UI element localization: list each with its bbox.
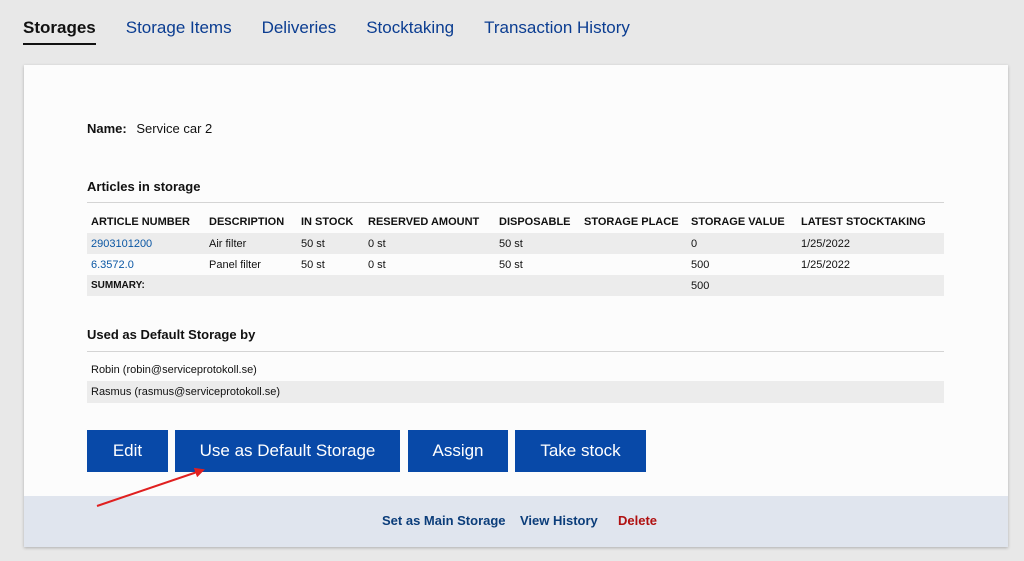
table-cell: Panel filter (209, 258, 261, 271)
table-cell: 0 (687, 233, 797, 254)
article-number-cell: 6.3572.0 (87, 254, 205, 275)
table-row: 6.3572.0 Panel filter 50 st 0 st 50 st 5… (87, 254, 944, 275)
list-item: Robin (robin@serviceprotokoll.se) (91, 364, 257, 376)
default-storage-user-list: Robin (robin@serviceprotokoll.se) Rasmus… (87, 359, 944, 403)
col-storage-value: STORAGE VALUE (691, 216, 785, 228)
default-storage-section-title: Used as Default Storage by (87, 327, 256, 342)
table-cell (580, 254, 687, 275)
article-number-link[interactable]: 2903101200 (91, 238, 152, 250)
table-row: 2903101200 Air filter 50 st 0 st 50 st 0… (87, 233, 944, 254)
tab-stocktaking[interactable]: Stocktaking (366, 18, 454, 48)
set-as-main-storage-link[interactable]: Set as Main Storage (382, 513, 506, 528)
col-disposable: DISPOSABLE (499, 216, 571, 228)
col-latest-stocktaking: LATEST STOCKTAKING (801, 216, 926, 228)
table-cell: Air filter (205, 233, 297, 254)
card-footer: Set as Main Storage View History Delete (24, 496, 1008, 547)
col-storage-place: STORAGE PLACE (584, 216, 679, 228)
table-cell: 50 st (297, 233, 364, 254)
col-article-number: ARTICLE NUMBER (91, 216, 190, 228)
table-cell: 50 st (499, 258, 523, 271)
storage-name-label: Name: (87, 121, 127, 136)
tab-storages[interactable]: Storages (23, 18, 96, 48)
storage-name-row: Name: Service car 2 (87, 121, 212, 136)
table-header-row: ARTICLE NUMBER DESCRIPTION IN STOCK RESE… (87, 211, 944, 233)
col-in-stock: IN STOCK (301, 216, 354, 228)
articles-divider (87, 202, 944, 203)
table-cell: 1/25/2022 (797, 233, 944, 254)
tab-storage-items[interactable]: Storage Items (126, 18, 232, 48)
col-reserved-amount: RESERVED AMOUNT (368, 216, 480, 228)
table-cell: 50 st (495, 233, 580, 254)
summary-value: 500 (687, 275, 797, 296)
summary-label: SUMMARY: (87, 275, 205, 296)
article-number-cell: 2903101200 (87, 233, 205, 254)
assign-button[interactable]: Assign (408, 430, 508, 472)
table-cell (580, 233, 687, 254)
articles-section-title: Articles in storage (87, 179, 201, 194)
storage-name-value: Service car 2 (136, 121, 213, 136)
summary-row: SUMMARY: 500 (87, 275, 944, 296)
view-history-link[interactable]: View History (520, 513, 598, 528)
delete-link[interactable]: Delete (618, 513, 657, 528)
tab-transaction-history[interactable]: Transaction History (484, 18, 630, 48)
article-number-link[interactable]: 6.3572.0 (91, 259, 134, 271)
table-cell: 50 st (301, 258, 325, 271)
table-cell: 500 (691, 258, 710, 271)
list-item: Rasmus (rasmus@serviceprotokoll.se) (87, 381, 944, 403)
table-cell: 0 st (368, 258, 386, 271)
take-stock-button[interactable]: Take stock (515, 430, 646, 472)
tab-deliveries[interactable]: Deliveries (262, 18, 337, 48)
default-storage-divider (87, 351, 944, 352)
table-cell: 1/25/2022 (801, 258, 850, 271)
tab-bar: Storages Storage Items Deliveries Stockt… (23, 18, 660, 48)
articles-table: ARTICLE NUMBER DESCRIPTION IN STOCK RESE… (87, 211, 944, 296)
col-description: DESCRIPTION (209, 216, 285, 228)
storage-detail-card: Name: Service car 2 Articles in storage … (24, 65, 1008, 547)
use-as-default-storage-button[interactable]: Use as Default Storage (175, 430, 400, 472)
table-cell: 0 st (364, 233, 495, 254)
edit-button[interactable]: Edit (87, 430, 168, 472)
